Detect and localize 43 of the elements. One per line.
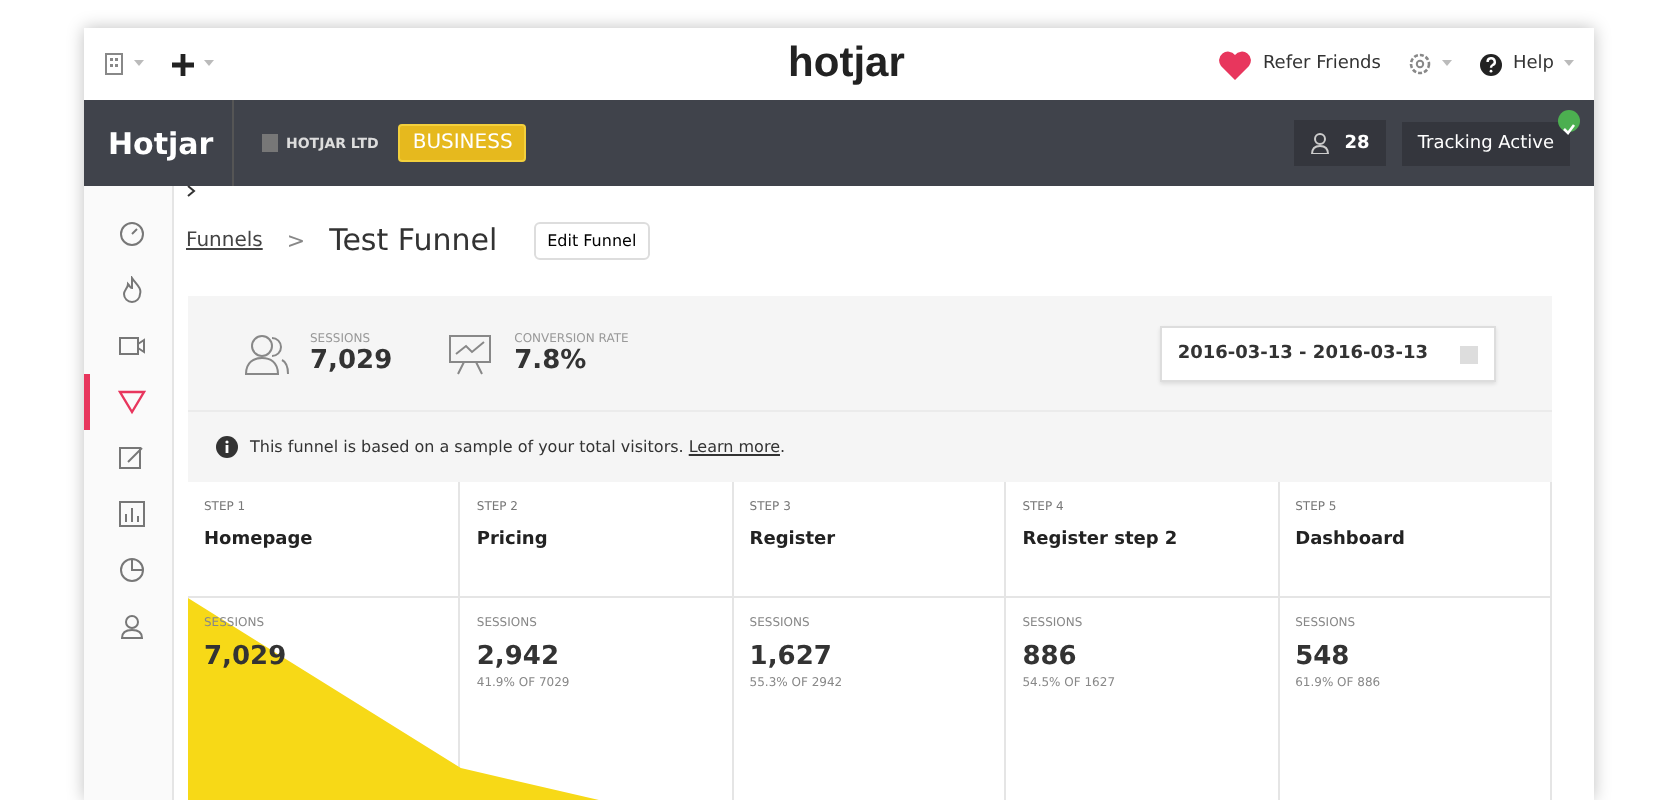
chart-icon: [117, 500, 145, 528]
recording-icon: [117, 332, 145, 360]
edit-funnel-button[interactable]: Edit Funnel: [533, 221, 651, 259]
dashboard-icon: [117, 220, 145, 248]
sessions-value: 886: [1022, 642, 1079, 672]
sessions-value: 2,942: [476, 642, 562, 672]
poll-icon: [117, 556, 145, 584]
expand-icon[interactable]: [186, 186, 196, 198]
help-link[interactable]: Help: [1512, 54, 1554, 74]
stat-value: 7.8%: [514, 345, 589, 375]
users-icon: [244, 331, 290, 375]
heart-icon[interactable]: [1218, 49, 1253, 79]
plus-icon[interactable]: [172, 53, 194, 75]
settings-icon[interactable]: [1408, 52, 1433, 76]
help-icon[interactable]: [1480, 53, 1503, 75]
step-name: Register step 2: [1022, 530, 1180, 550]
step-name: Register: [749, 530, 838, 550]
step-name: Dashboard: [1295, 530, 1407, 550]
heatmap-icon: [117, 276, 145, 304]
funnel-icon: [117, 388, 145, 416]
sessions-value: 548: [1295, 642, 1352, 672]
users-counter[interactable]: 28: [1294, 120, 1386, 166]
logo: hotjar: [786, 40, 905, 88]
breadcrumb-link[interactable]: Funnels: [186, 229, 263, 251]
refer-friends-link[interactable]: Refer Friends: [1262, 54, 1381, 74]
user-icon: [117, 612, 145, 640]
breadcrumb-separator: >: [286, 227, 306, 253]
page-title: Test Funnel: [329, 222, 498, 258]
sessions-value: 1,627: [749, 642, 834, 672]
sessions-value: 7,029: [204, 642, 289, 672]
learn-more-link[interactable]: Learn more: [688, 438, 780, 456]
notice-text: This funnel is based on a sample of your total visitors. Learn more.: [250, 438, 786, 456]
tracking-button[interactable]: Tracking Active: [1401, 121, 1570, 165]
step-name: Pricing: [476, 530, 550, 550]
date-range-picker[interactable]: 2016-03-13 - 2016-03-13: [1159, 325, 1496, 381]
presentation-chart-icon: [448, 331, 495, 375]
stat-value: 7,029: [310, 345, 393, 375]
calendar-icon: [1460, 343, 1478, 363]
info-icon: [216, 436, 238, 458]
step-name: Homepage: [204, 530, 315, 550]
form-icon: [117, 444, 145, 472]
users-icon: [1310, 132, 1335, 154]
plan-badge: BUSINESS: [398, 124, 527, 162]
